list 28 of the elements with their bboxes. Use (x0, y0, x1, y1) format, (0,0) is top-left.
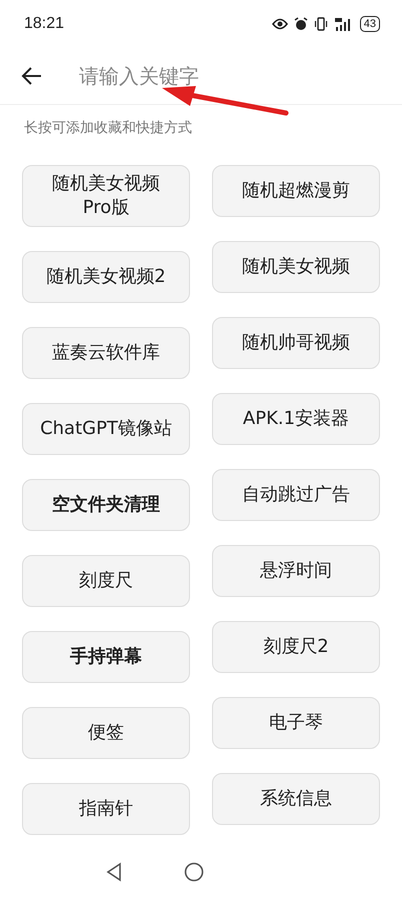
tool-button[interactable]: 刻度尺2 (212, 621, 380, 673)
tool-button[interactable]: 随机帅哥视频 (212, 317, 380, 369)
search-field[interactable]: 请输入关键字 (79, 64, 386, 88)
tool-button[interactable]: 电子琴 (212, 697, 380, 749)
eye-icon (272, 18, 288, 30)
tool-button[interactable]: 悬浮时间 (212, 545, 380, 597)
hint-text: 长按可添加收藏和快捷方式 (24, 119, 192, 137)
tool-button[interactable]: 便签 (22, 707, 190, 759)
tool-button[interactable]: 随机超燃漫剪 (212, 165, 380, 217)
tool-button[interactable]: 随机美女视频2 (22, 251, 190, 303)
tool-button[interactable]: 自动跳过广告 (212, 469, 380, 521)
tool-button[interactable]: 随机美女视频 Pro版 (22, 165, 190, 227)
status-time: 18:21 (24, 15, 64, 33)
battery-level: 43 (360, 16, 380, 32)
tool-button[interactable]: ChatGPT镜像站 (22, 403, 190, 455)
vibrate-icon (314, 17, 328, 31)
back-arrow-icon[interactable] (21, 65, 43, 87)
tool-button[interactable]: 手持弹幕 (22, 631, 190, 683)
tool-button[interactable]: 刻度尺 (22, 555, 190, 607)
alarm-icon (294, 17, 308, 31)
tool-button[interactable]: 随机美女视频 (212, 241, 380, 293)
tool-button[interactable]: 空文件夹清理 (22, 479, 190, 531)
tool-button[interactable]: 系统信息 (212, 773, 380, 825)
back-nav-icon[interactable] (106, 862, 122, 882)
tool-button[interactable]: 指南针 (22, 783, 190, 835)
home-nav-icon[interactable] (184, 862, 204, 882)
tool-button[interactable]: APK.1安装器 (212, 393, 380, 445)
tool-button[interactable]: 蓝奏云软件库 (22, 327, 190, 379)
